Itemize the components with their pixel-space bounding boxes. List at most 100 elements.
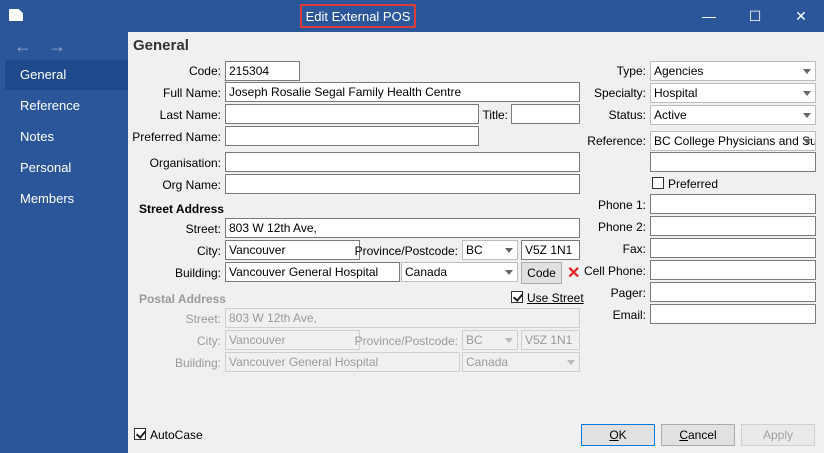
clear-address-icon[interactable]: ✕ [567,263,580,283]
preferred-name-input[interactable] [225,126,479,146]
pager-label: Pager: [610,286,646,300]
status-select[interactable]: Active [650,105,816,125]
code-button[interactable]: Code [521,262,562,284]
province-value: BC [466,243,483,257]
preferred-name-label: Preferred Name: [132,130,221,144]
postal-province-select: BC [462,330,518,350]
organisation-label: Organisation: [149,156,221,170]
title-bar: Edit External POS — ☐ ✕ [0,0,824,32]
specialty-select[interactable]: Hospital [650,83,816,103]
reference-extra-input[interactable] [650,152,816,172]
postal-building-input: Vancouver General Hospital [225,352,460,372]
street-input[interactable]: 803 W 12th Ave, [225,218,580,238]
postal-postcode-input: V5Z 1N1 [521,330,580,350]
street-address-heading: Street Address [139,202,224,216]
building-label: Building: [174,266,221,280]
minimize-button[interactable]: — [686,0,732,32]
preferred-checkbox[interactable] [652,177,664,189]
last-name-label: Last Name: [159,108,221,122]
code-input[interactable]: 215304 [225,61,300,81]
cell-phone-input[interactable] [650,260,816,280]
sidebar-item-general[interactable]: General [5,60,128,90]
sidebar-item-notes[interactable]: Notes [5,122,128,152]
forward-arrow-icon[interactable]: → [48,37,66,55]
cancel-mnemonic: C [679,428,688,442]
phone1-label: Phone 1: [597,198,646,212]
specialty-value: Hospital [654,86,698,100]
window-title-text: Edit External POS [305,8,411,24]
org-name-label: Org Name: [162,178,221,192]
country-value: Canada [405,265,448,279]
preferred-label: Preferred [668,177,719,191]
chevron-down-icon [803,91,811,96]
pager-input[interactable] [650,282,816,302]
close-button[interactable]: ✕ [778,0,824,32]
reference-select[interactable]: BC College Physicians and Sur [650,131,816,151]
chevron-down-icon [505,248,513,253]
city-label: City: [197,244,221,258]
full-name-input[interactable]: Joseph Rosalie Segal Family Health Centr… [225,82,580,102]
sidebar: ← → General Reference Notes Personal Mem… [0,32,128,453]
postal-street-label: Street: [185,312,221,326]
type-select[interactable]: Agencies [650,61,816,81]
minimize-icon: — [702,8,716,24]
last-name-input[interactable] [225,104,479,124]
sidebar-item-members[interactable]: Members [5,184,128,214]
chevron-down-icon [803,113,811,118]
back-arrow-icon[interactable]: ← [14,37,32,55]
type-value: Agencies [654,64,704,78]
specialty-label: Specialty: [593,86,646,100]
type-label: Type: [616,64,646,78]
postcode-input[interactable]: V5Z 1N1 [521,240,580,260]
phone2-label: Phone 2: [597,220,646,234]
maximize-button[interactable]: ☐ [732,0,778,32]
fax-label: Fax: [622,242,646,256]
window-title: Edit External POS [300,4,416,28]
building-input[interactable]: Vancouver General Hospital [225,262,400,282]
close-icon: ✕ [795,7,807,24]
apply-button: Apply [741,424,815,446]
postal-building-label: Building: [174,356,221,370]
country-select[interactable]: Canada [401,262,518,282]
status-label: Status: [608,108,646,122]
ok-mnemonic: O [609,428,619,442]
city-input[interactable]: Vancouver [225,240,360,260]
province-select[interactable]: BC [462,240,518,260]
autocase-checkbox[interactable] [134,428,146,440]
phone2-input[interactable] [650,216,816,236]
autocase-label: AutoCase [150,428,203,442]
chevron-down-icon [803,139,811,144]
email-label: Email: [612,308,646,322]
cell-phone-label: Cell Phone: [583,264,646,278]
sidebar-item-reference[interactable]: Reference [5,91,128,121]
postal-province-label: Province/Postcode: [354,334,458,348]
chevron-down-icon [803,69,811,74]
ok-button[interactable]: OK [581,424,655,446]
use-street-checkbox[interactable] [511,291,523,303]
cancel-button[interactable]: Cancel [661,424,735,446]
page-title: General [133,37,189,54]
reference-label: Reference: [587,134,646,148]
full-name-label: Full Name: [162,86,221,100]
maximize-icon: ☐ [748,7,762,24]
postal-province-value: BC [466,333,483,347]
postal-country-select: Canada [462,352,580,372]
fax-input[interactable] [650,238,816,258]
postal-address-heading: Postal Address [139,292,226,306]
email-input[interactable] [650,304,816,324]
province-label: Province/Postcode: [354,244,458,258]
phone1-input[interactable] [650,194,816,214]
ok-label: K [618,428,627,442]
app-icon [9,9,23,21]
chevron-down-icon [567,360,575,365]
title-label: Title: [482,108,508,122]
organisation-input[interactable] [225,152,580,172]
postal-country-value: Canada [466,355,509,369]
org-name-input[interactable] [225,174,580,194]
use-street-label: Use Street [527,291,584,305]
nav-arrows: ← → [0,32,128,60]
sidebar-item-personal[interactable]: Personal [5,153,128,183]
cancel-label: ancel [687,428,717,442]
street-label: Street: [185,222,221,236]
title-input[interactable] [511,104,580,124]
